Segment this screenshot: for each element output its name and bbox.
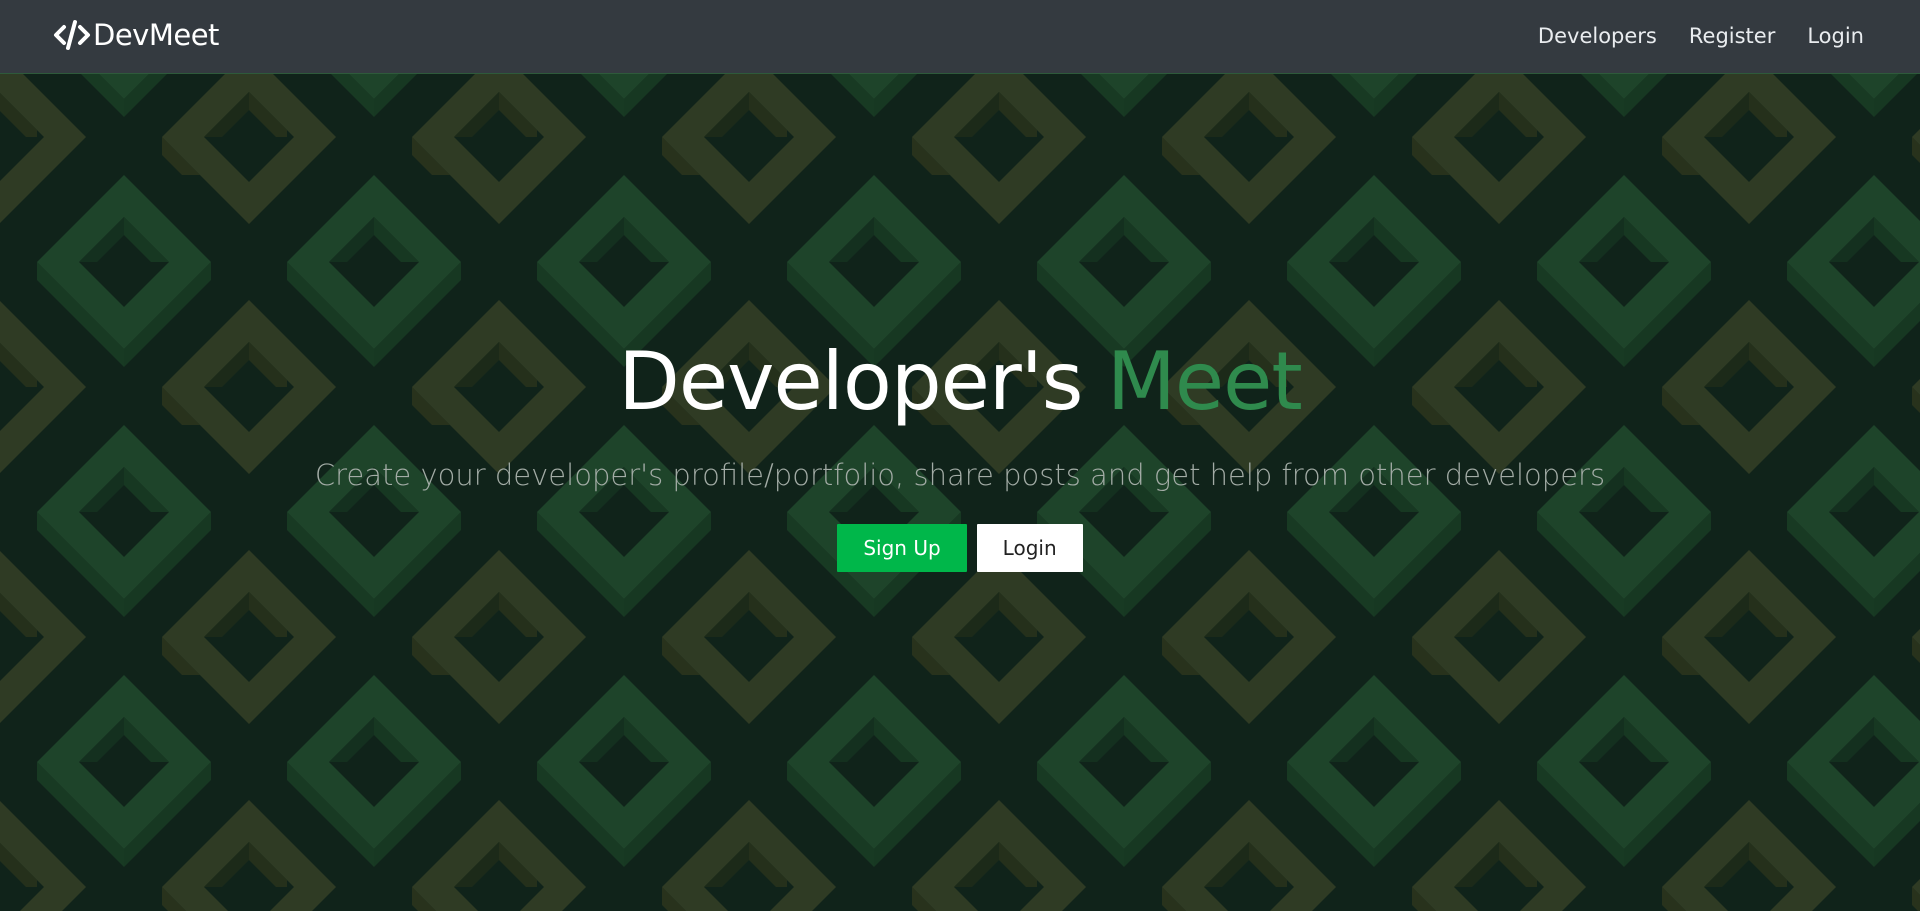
code-icon <box>54 20 90 50</box>
nav-link-register[interactable]: Register <box>1687 20 1777 52</box>
hero-title: Developer's Meet <box>0 336 1920 428</box>
top-navbar: DevMeet Developers Register Login <box>0 0 1920 74</box>
login-button[interactable]: Login <box>976 524 1083 572</box>
brand-logo-link[interactable]: DevMeet <box>53 14 219 56</box>
hero-subtitle: Create your developer's profile/portfoli… <box>314 458 1606 492</box>
hero-title-main: Developer's <box>618 335 1083 428</box>
hero-actions: Sign Up Login <box>0 524 1920 572</box>
brand-name: DevMeet <box>93 17 219 52</box>
hero-title-accent: Meet <box>1106 335 1303 428</box>
nav-link-login[interactable]: Login <box>1805 20 1866 52</box>
nav-link-developers[interactable]: Developers <box>1536 20 1659 52</box>
landing-page: DevMeet Developers Register Login Develo… <box>0 0 1920 911</box>
sign-up-button[interactable]: Sign Up <box>837 524 967 572</box>
nav-links: Developers Register Login <box>1536 0 1866 72</box>
hero-section: Developer's Meet Create your developer's… <box>0 74 1920 911</box>
